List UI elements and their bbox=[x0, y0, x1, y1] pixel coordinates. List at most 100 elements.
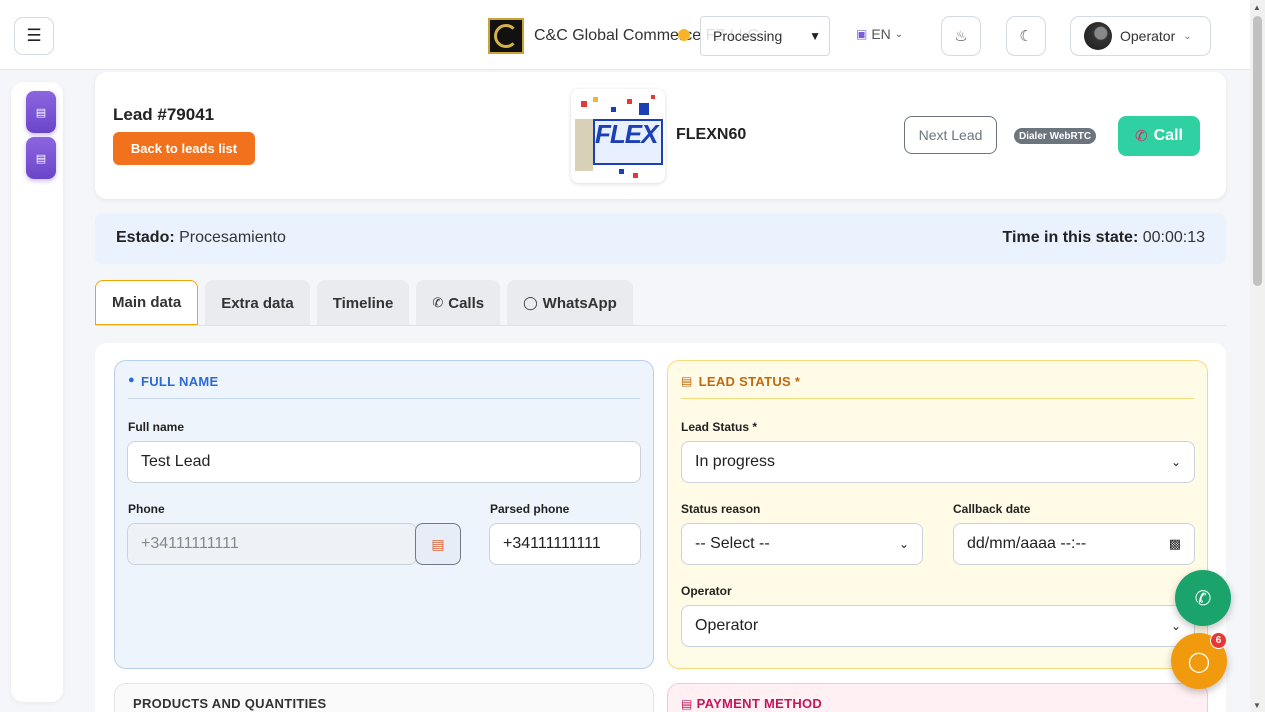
floating-call-button[interactable]: ✆ bbox=[1175, 570, 1231, 626]
credit-card-icon: ▤ bbox=[681, 697, 693, 711]
state-label: Estado: bbox=[116, 229, 175, 246]
panel-title: FULL NAME bbox=[140, 374, 219, 389]
company-logo-icon bbox=[488, 18, 524, 54]
scroll-thumb[interactable] bbox=[1253, 16, 1262, 286]
avatar bbox=[1084, 22, 1112, 50]
product-image: FLEX bbox=[571, 89, 665, 183]
product-name: FLEXN60 bbox=[676, 126, 747, 143]
state-bar: Estado: Procesamiento Time in this state… bbox=[95, 213, 1226, 264]
call-label: Call bbox=[1153, 127, 1183, 144]
chevron-down-icon: ⌄ bbox=[898, 537, 909, 551]
phone-icon: ✆ bbox=[432, 295, 444, 310]
tab-label: Timeline bbox=[332, 294, 394, 312]
language-code: EN bbox=[871, 26, 891, 42]
tab-extra-data[interactable]: Extra data bbox=[205, 280, 310, 326]
hamburger-icon: ☰ bbox=[26, 26, 42, 45]
processing-status-select[interactable]: Processing ▼ bbox=[700, 16, 830, 56]
tab-calls[interactable]: ✆ Calls bbox=[416, 280, 501, 326]
sidebar-item-leads[interactable]: ▤ bbox=[26, 91, 56, 133]
sidebar: ▤ ▤ bbox=[11, 82, 63, 702]
chevron-down-icon: ▼ bbox=[809, 29, 821, 43]
status-indicator-icon bbox=[678, 29, 690, 41]
page-scrollbar[interactable]: ▲ ▼ bbox=[1250, 0, 1265, 712]
payment-title: ▤ PAYMENT METHOD bbox=[681, 696, 822, 711]
chevron-down-icon: ⌄ bbox=[1170, 619, 1181, 633]
language-selector[interactable]: ▣ EN ⌄ bbox=[856, 26, 903, 42]
menu-toggle-button[interactable]: ☰ bbox=[14, 17, 54, 55]
next-lead-button[interactable]: Next Lead bbox=[904, 116, 997, 154]
time-label: Time in this state: bbox=[1002, 229, 1139, 246]
state-value: Procesamiento bbox=[179, 229, 286, 246]
lead-title: Lead #79041 bbox=[113, 105, 215, 124]
back-to-leads-button[interactable]: Back to leads list bbox=[113, 132, 255, 165]
full-name-input[interactable]: Test Lead bbox=[127, 441, 641, 483]
time-value: 00:00:13 bbox=[1142, 229, 1205, 246]
status-reason-label: Status reason bbox=[681, 502, 761, 516]
parsed-phone-label: Parsed phone bbox=[490, 502, 570, 516]
phone-input[interactable]: +34111111111 bbox=[127, 523, 417, 565]
payment-title-text: PAYMENT METHOD bbox=[696, 696, 823, 711]
callback-date-label: Callback date bbox=[953, 502, 1031, 516]
tab-label: Calls bbox=[448, 294, 485, 312]
panel-header: ▤ LEAD STATUS * bbox=[681, 374, 1194, 399]
panel-header: ● FULL NAME bbox=[128, 374, 640, 399]
lead-status-label: Lead Status * bbox=[681, 420, 758, 434]
sidebar-item-orders[interactable]: ▤ bbox=[26, 137, 56, 179]
scroll-down-icon[interactable]: ▼ bbox=[1253, 701, 1261, 710]
bell-icon: ♨ bbox=[954, 28, 968, 45]
phone-value: +34111111111 bbox=[141, 535, 239, 552]
chat-icon: ◯ bbox=[1187, 650, 1211, 673]
product-logo-text: FLEX bbox=[595, 119, 658, 149]
callback-date-input[interactable]: dd/mm/aaaa --:-- ▩ bbox=[953, 523, 1195, 565]
lead-status-select[interactable]: In progress ⌄ bbox=[681, 441, 1195, 483]
dialer-badge: Dialer WebRTC bbox=[1014, 128, 1097, 144]
translate-icon: ▣ bbox=[856, 27, 868, 41]
operator-value: Operator bbox=[695, 617, 759, 634]
clipboard-icon: ▤ bbox=[431, 535, 445, 552]
main-data-content: ● FULL NAME Full name Test Lead Phone +3… bbox=[95, 343, 1226, 712]
status-reason-select[interactable]: -- Select -- ⌄ bbox=[681, 523, 923, 565]
processing-status-value: Processing bbox=[713, 28, 783, 44]
payment-panel: ▤ PAYMENT METHOD bbox=[667, 683, 1208, 712]
call-button[interactable]: ✆ Call bbox=[1118, 116, 1200, 156]
status-reason-value: -- Select -- bbox=[695, 535, 770, 552]
lead-status-value: In progress bbox=[695, 453, 776, 470]
operator-select[interactable]: Operator ⌄ bbox=[681, 605, 1195, 647]
tab-label: WhatsApp bbox=[542, 294, 617, 312]
list-icon: ▤ bbox=[35, 106, 47, 119]
chevron-down-icon: ⌄ bbox=[894, 28, 904, 40]
operator-label: Operator bbox=[681, 584, 732, 598]
tabs-divider bbox=[95, 325, 1226, 326]
products-panel: PRODUCTS AND QUANTITIES bbox=[114, 683, 654, 712]
notifications-button[interactable]: ♨ bbox=[941, 16, 981, 56]
user-menu-button[interactable]: Operator ⌄ bbox=[1070, 16, 1211, 56]
user-name: Operator bbox=[1120, 28, 1176, 44]
lead-state: Estado: Procesamiento bbox=[116, 229, 286, 247]
phone-icon: ✆ bbox=[1135, 128, 1148, 145]
chevron-down-icon: ⌄ bbox=[1183, 30, 1192, 42]
moon-icon: ☾ bbox=[1019, 28, 1033, 45]
chat-unread-badge: 6 bbox=[1210, 632, 1227, 649]
cart-icon: ▤ bbox=[35, 152, 47, 165]
tab-timeline[interactable]: Timeline bbox=[316, 280, 410, 326]
tab-main-data[interactable]: Main data bbox=[95, 280, 199, 326]
full-name-value: Test Lead bbox=[141, 453, 211, 470]
parsed-phone-input[interactable]: +34111111111 bbox=[489, 523, 641, 565]
phone-label: Phone bbox=[128, 502, 165, 516]
lead-status-panel: ▤ LEAD STATUS * Lead Status * In progres… bbox=[667, 360, 1208, 669]
status-icon: ▤ bbox=[681, 374, 693, 388]
scroll-up-icon[interactable]: ▲ bbox=[1253, 3, 1261, 12]
full-name-label: Full name bbox=[128, 420, 185, 434]
tab-label: Extra data bbox=[221, 294, 294, 312]
theme-toggle-button[interactable]: ☾ bbox=[1006, 16, 1046, 56]
lead-header-card: Lead #79041 Back to leads list FLEX FLEX… bbox=[95, 72, 1226, 199]
time-in-state: Time in this state: 00:00:13 bbox=[1003, 229, 1205, 247]
user-icon: ● bbox=[128, 374, 135, 386]
tab-whatsapp[interactable]: ◯ WhatsApp bbox=[507, 280, 633, 326]
calendar-icon[interactable]: ▩ bbox=[1169, 536, 1181, 552]
copy-phone-button[interactable]: ▤ bbox=[415, 523, 461, 565]
full-name-panel: ● FULL NAME Full name Test Lead Phone +3… bbox=[114, 360, 654, 669]
phone-icon: ✆ bbox=[1194, 587, 1212, 610]
products-title: PRODUCTS AND QUANTITIES bbox=[133, 696, 327, 711]
panel-title: LEAD STATUS * bbox=[698, 374, 801, 389]
